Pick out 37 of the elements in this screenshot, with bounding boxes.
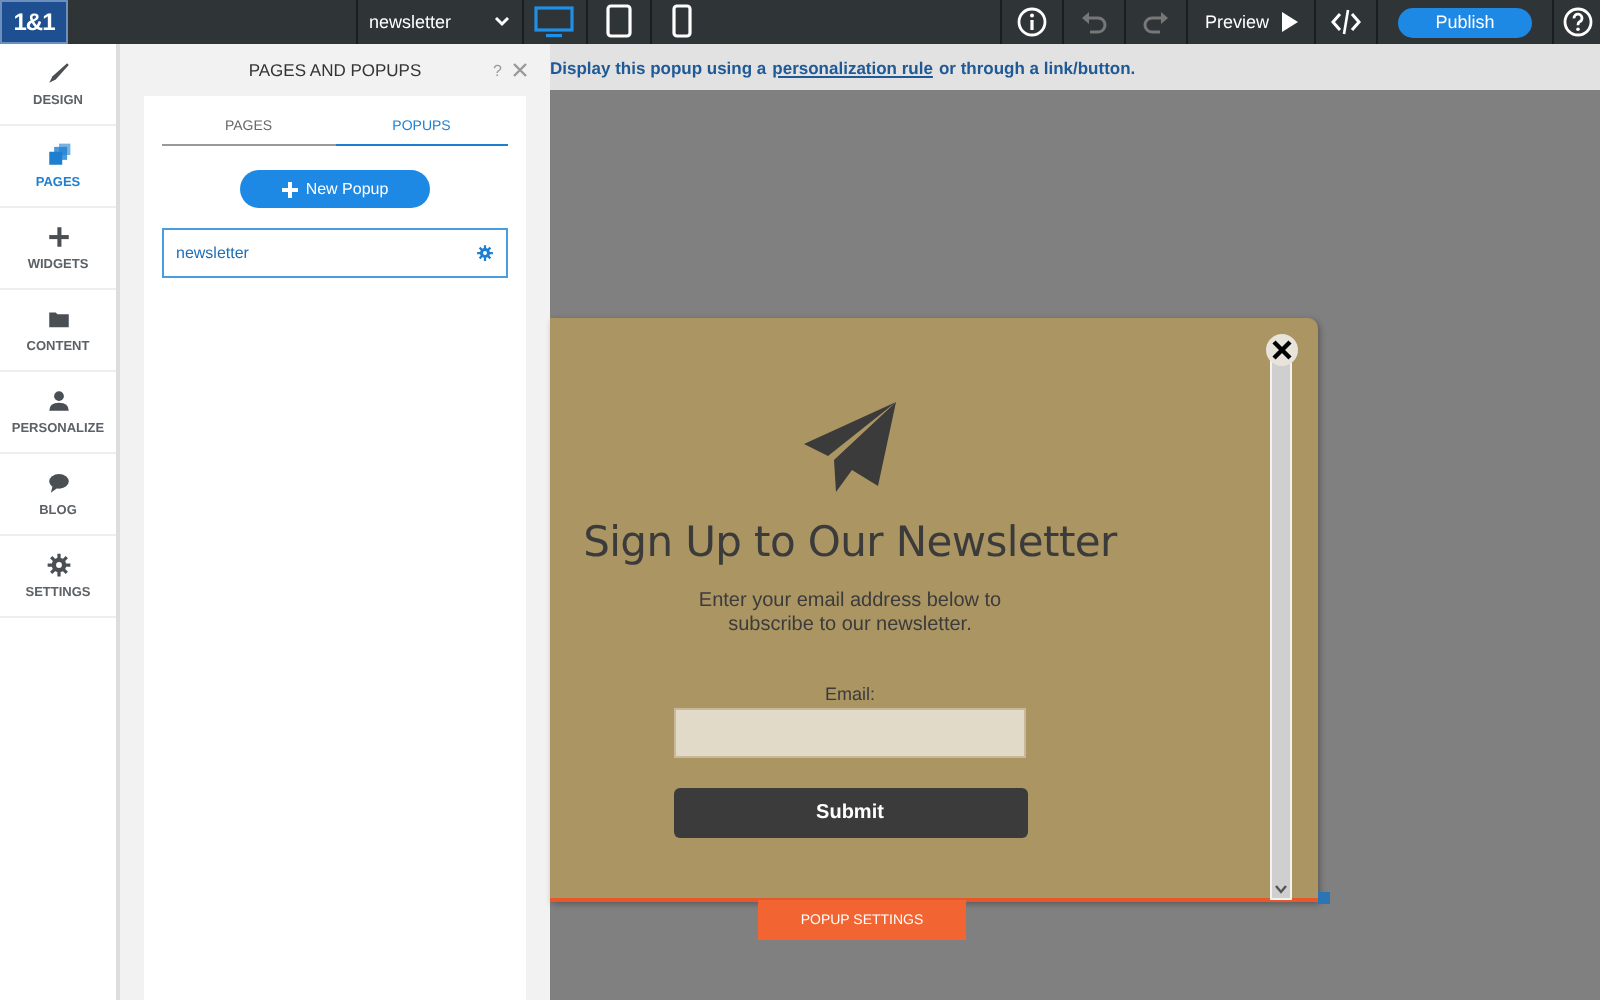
code-icon (1330, 6, 1362, 38)
personalization-rule-link[interactable]: personalization rule (772, 57, 933, 77)
help-icon (1561, 6, 1593, 38)
speech-bubble-icon (45, 470, 71, 496)
hint-text: Display this popup using a (550, 57, 767, 77)
panel-title: PAGES AND POPUPS (248, 60, 422, 80)
popup-heading: Sign Up to Our Newsletter (583, 518, 1117, 566)
settings-icon (45, 552, 71, 578)
close-icon (1272, 340, 1292, 360)
hint-text: or through a link/button. (938, 57, 1136, 77)
info-icon (1016, 6, 1048, 38)
paper-plane-icon (802, 400, 898, 496)
pages-icon (45, 142, 71, 168)
popup-description: Enter your email address below to subscribe to our newsletter. (696, 590, 1004, 638)
plus-icon (45, 224, 71, 250)
close-icon (512, 62, 528, 78)
plus-icon (281, 181, 298, 197)
phone-icon (666, 4, 698, 40)
close-button[interactable] (1266, 334, 1298, 366)
undo-icon (1078, 6, 1110, 38)
submit-button[interactable]: Submit (673, 788, 1027, 838)
play-icon (1279, 12, 1297, 32)
settings-icon (476, 244, 494, 262)
tablet-icon (601, 4, 635, 40)
chevron-down-icon (1274, 884, 1288, 894)
new-popup-button[interactable]: New Popup (240, 170, 430, 208)
caret-icon (493, 16, 509, 28)
email-field[interactable] (674, 708, 1026, 758)
redo-icon (1140, 6, 1172, 38)
desktop-icon (534, 4, 574, 40)
popup-list-item[interactable]: newsletter (162, 228, 508, 278)
person-icon (45, 388, 71, 414)
resize-handle[interactable] (1318, 892, 1330, 904)
logo: 1&1 (0, 0, 68, 44)
email-label: Email: (824, 684, 875, 704)
brush-icon (45, 60, 71, 86)
publish-button[interactable]: Publish (1398, 7, 1532, 37)
